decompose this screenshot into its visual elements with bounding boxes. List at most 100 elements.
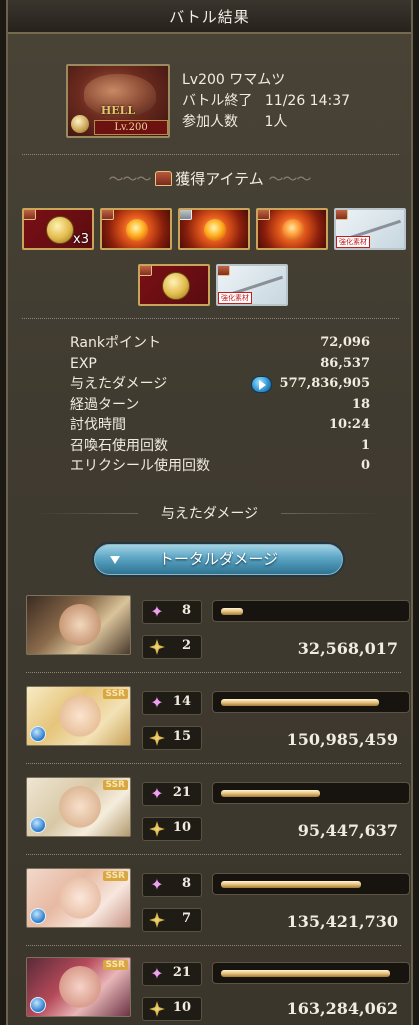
damage-share-fill xyxy=(221,699,379,706)
row-divider xyxy=(26,854,401,855)
stat-row-turns: 経過ターン 18 xyxy=(70,396,370,413)
character-face xyxy=(57,786,103,832)
flame-medal-icon xyxy=(282,219,304,241)
quest-title: Lv200 ワマムツ xyxy=(182,72,286,88)
character-face xyxy=(57,966,103,1012)
rarity-badge: SSR xyxy=(102,871,128,881)
damage-value: 32,568,017 xyxy=(297,639,398,658)
sparkle-icon: ✦ xyxy=(150,875,164,894)
play-icon[interactable] xyxy=(251,376,272,393)
item-medal[interactable]: x3 xyxy=(22,208,94,250)
battle-end-row: バトル終了 11/26 14:37 xyxy=(182,91,350,112)
damage-share-fill xyxy=(221,608,243,615)
character-row: SSR ✦ 21 10 95,447,637 xyxy=(26,777,412,859)
flourish-right-icon: 〜〜〜 xyxy=(268,170,312,188)
row-divider xyxy=(26,672,401,673)
caret-down-icon xyxy=(110,556,120,564)
stat-row-damage: 与えたダメージ 577,836,905 xyxy=(70,376,370,393)
damage-share-bar xyxy=(212,873,410,895)
attack-count-pill: 10 xyxy=(142,817,202,841)
character-face xyxy=(57,604,103,650)
quest-summary: HELL Lv.200 Lv200 ワマムツ バトル終了 11/26 14:37… xyxy=(66,64,386,140)
result-panel: バトル結果 HELL Lv.200 Lv200 ワマムツ バトル終了 11/26… xyxy=(6,0,413,1025)
rarity-badge: SSR xyxy=(102,780,128,790)
character-portrait[interactable]: SSR xyxy=(26,686,131,746)
damage-value: 163,284,062 xyxy=(286,999,398,1018)
page-title: バトル結果 xyxy=(8,0,411,34)
water-element-icon xyxy=(30,908,46,924)
stat-row-rank-points: Rankポイント 72,096 xyxy=(70,335,370,351)
character-row: ✦ 8 2 32,568,017 xyxy=(26,595,412,677)
medal-icon xyxy=(162,272,190,300)
items-section-title: 〜〜〜 獲得アイテム 〜〜〜 xyxy=(108,170,312,188)
participants-label: 参加人数 xyxy=(182,114,238,130)
sparkle-icon: ✦ xyxy=(150,784,164,803)
damage-share-bar xyxy=(212,600,410,622)
damage-share-fill xyxy=(221,790,320,797)
rarity-badge: SSR xyxy=(102,960,128,970)
damage-value: 95,447,637 xyxy=(297,821,398,840)
row-divider xyxy=(26,945,401,946)
stat-row-summon-uses: 召喚石使用回数 1 xyxy=(70,437,370,454)
orb-icon xyxy=(126,219,148,241)
character-portrait[interactable]: SSR xyxy=(26,868,131,928)
treasure-chest-icon xyxy=(102,210,114,220)
character-portrait[interactable]: SSR xyxy=(26,777,131,837)
damage-value: 150,985,459 xyxy=(286,730,398,749)
treasure-chest-icon xyxy=(258,210,270,220)
character-row: SSR ✦ 8 7 135,421,730 xyxy=(26,868,412,950)
damage-share-fill xyxy=(221,970,390,977)
treasure-chest-icon xyxy=(155,171,173,186)
crossed-swords-icon xyxy=(149,730,165,746)
quest-info: Lv200 ワマムツ バトル終了 11/26 14:37 参加人数 1人 xyxy=(182,70,350,133)
material-tag: 強化素材 xyxy=(336,236,370,248)
battle-end-time: 11/26 14:37 xyxy=(264,93,351,109)
character-portrait[interactable] xyxy=(26,595,131,655)
item-spear[interactable]: 強化素材 xyxy=(334,208,406,250)
damage-value: 135,421,730 xyxy=(286,912,398,931)
item-orb[interactable] xyxy=(100,208,172,250)
skill-count-pill: ✦ 14 xyxy=(142,691,202,715)
item-medal[interactable] xyxy=(138,264,210,306)
flame-orb-icon xyxy=(204,219,226,241)
item-count: x3 xyxy=(73,232,89,247)
boss-thumbnail: HELL Lv.200 xyxy=(66,64,170,138)
crossed-swords-icon xyxy=(149,912,165,928)
stat-row-elixir-uses: エリクシール使用回数 0 xyxy=(70,458,370,474)
medal-icon xyxy=(46,216,74,244)
divider xyxy=(22,154,399,156)
treasure-chest-icon xyxy=(218,266,230,276)
rarity-badge: SSR xyxy=(102,689,128,699)
water-element-icon xyxy=(30,997,46,1013)
divider xyxy=(22,318,399,320)
sparkle-icon: ✦ xyxy=(150,602,164,621)
damage-share-bar xyxy=(212,691,410,713)
sparkle-icon: ✦ xyxy=(150,964,164,983)
item-flame-orb[interactable] xyxy=(178,208,250,250)
attack-count-pill: 15 xyxy=(142,726,202,750)
damage-share-bar xyxy=(212,962,410,984)
attack-count-pill: 7 xyxy=(142,908,202,932)
stat-row-exp: EXP 86,537 xyxy=(70,355,370,372)
material-tag: 強化素材 xyxy=(218,292,252,304)
crossed-swords-icon xyxy=(149,821,165,837)
silver-chest-icon xyxy=(180,210,192,220)
damage-share-fill xyxy=(221,881,361,888)
item-flame-medal[interactable] xyxy=(256,208,328,250)
character-row: SSR ✦ 14 15 150,985,459 xyxy=(26,686,412,768)
treasure-chest-icon xyxy=(24,210,36,220)
participants-row: 参加人数 1人 xyxy=(182,112,350,133)
total-damage-dropdown[interactable]: トータルダメージ xyxy=(92,542,345,577)
crossed-swords-icon xyxy=(149,639,165,655)
skill-count-pill: ✦ 8 xyxy=(142,873,202,897)
water-element-icon xyxy=(30,726,46,742)
water-element-icon xyxy=(30,817,46,833)
character-portrait[interactable]: SSR xyxy=(26,957,131,1017)
skill-count-pill: ✦ 21 xyxy=(142,782,202,806)
treasure-chest-icon xyxy=(336,210,348,220)
attack-count-pill: 10 xyxy=(142,997,202,1021)
battle-end-label: バトル終了 xyxy=(182,93,253,109)
item-spear[interactable]: 強化素材 xyxy=(216,264,288,306)
sparkle-icon: ✦ xyxy=(150,693,164,712)
treasure-chest-icon xyxy=(140,266,152,276)
